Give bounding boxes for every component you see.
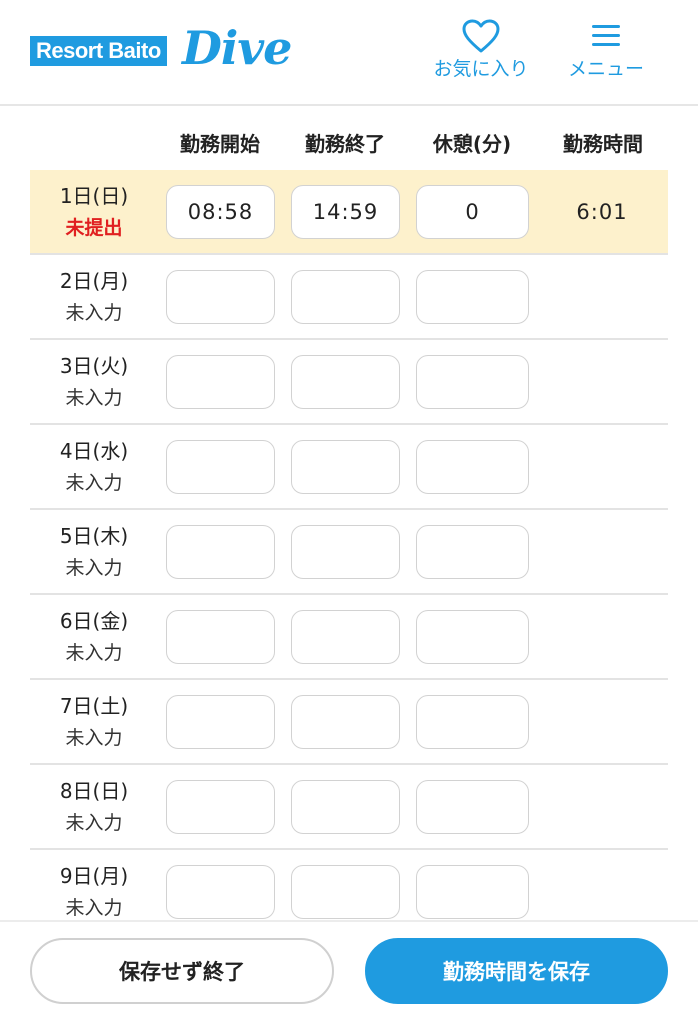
day-status: 未入力 bbox=[65, 302, 123, 324]
column-header-start: 勤務開始 bbox=[180, 132, 260, 156]
attendance-table[interactable]: 1日(日) 未提出 08:58 14:59 0 6:01 2日(月) 未入力 3… bbox=[30, 170, 668, 920]
table-header: 勤務開始 勤務終了 休憩(分) 勤務時間 bbox=[0, 106, 698, 170]
start-time-input[interactable] bbox=[166, 270, 275, 324]
menu-button[interactable]: メニュー bbox=[556, 18, 656, 88]
end-time-input[interactable] bbox=[291, 525, 400, 579]
start-time-input[interactable] bbox=[166, 780, 275, 834]
favorites-button[interactable]: お気に入り bbox=[424, 18, 538, 88]
end-time-input[interactable] bbox=[291, 695, 400, 749]
day-cell: 9日(月) 未入力 bbox=[30, 860, 158, 920]
day-cell: 5日(木) 未入力 bbox=[30, 520, 158, 584]
hamburger-menu-icon bbox=[592, 25, 620, 46]
day-cell: 7日(土) 未入力 bbox=[30, 690, 158, 754]
end-time-input[interactable] bbox=[291, 780, 400, 834]
work-hours-value bbox=[550, 780, 654, 834]
action-footer: 保存せず終了 勤務時間を保存 bbox=[0, 920, 698, 1024]
day-cell: 2日(月) 未入力 bbox=[30, 265, 158, 329]
day-status: 未入力 bbox=[65, 557, 123, 579]
heart-icon bbox=[462, 19, 500, 53]
favorites-label: お気に入り bbox=[433, 58, 529, 80]
day-cell: 6日(金) 未入力 bbox=[30, 605, 158, 669]
end-time-input[interactable] bbox=[291, 355, 400, 409]
day-date: 7日(土) bbox=[59, 694, 129, 718]
logo-script-text: Dive bbox=[182, 21, 292, 75]
table-row: 6日(金) 未入力 bbox=[30, 595, 668, 680]
work-hours-value bbox=[550, 355, 654, 409]
start-time-input[interactable] bbox=[166, 865, 275, 919]
start-time-input[interactable]: 08:58 bbox=[166, 185, 275, 239]
work-hours-value bbox=[550, 270, 654, 324]
day-status: 未提出 bbox=[65, 217, 123, 239]
end-time-input[interactable]: 14:59 bbox=[291, 185, 400, 239]
save-work-hours-button[interactable]: 勤務時間を保存 bbox=[365, 938, 668, 1004]
break-minutes-input[interactable] bbox=[416, 440, 529, 494]
menu-label: メニュー bbox=[567, 58, 644, 80]
day-status: 未入力 bbox=[65, 472, 123, 494]
day-date: 8日(日) bbox=[59, 779, 129, 803]
table-row: 1日(日) 未提出 08:58 14:59 0 6:01 bbox=[30, 170, 668, 255]
start-time-input[interactable] bbox=[166, 525, 275, 579]
column-header-end: 勤務終了 bbox=[305, 132, 385, 156]
day-status: 未入力 bbox=[65, 387, 123, 409]
exit-without-saving-button[interactable]: 保存せず終了 bbox=[30, 938, 334, 1004]
table-row: 2日(月) 未入力 bbox=[30, 255, 668, 340]
day-date: 1日(日) bbox=[59, 184, 129, 208]
day-status: 未入力 bbox=[65, 727, 123, 749]
break-minutes-input[interactable] bbox=[416, 610, 529, 664]
table-row: 4日(水) 未入力 bbox=[30, 425, 668, 510]
break-minutes-input[interactable] bbox=[416, 695, 529, 749]
work-hours-value bbox=[550, 525, 654, 579]
table-row: 5日(木) 未入力 bbox=[30, 510, 668, 595]
day-date: 3日(火) bbox=[59, 354, 129, 378]
logo-text: Resort Baito bbox=[30, 36, 167, 66]
end-time-input[interactable] bbox=[291, 610, 400, 664]
day-cell: 8日(日) 未入力 bbox=[30, 775, 158, 839]
end-time-input[interactable] bbox=[291, 440, 400, 494]
work-hours-value bbox=[550, 610, 654, 664]
day-date: 2日(月) bbox=[59, 269, 129, 293]
break-minutes-input[interactable] bbox=[416, 780, 529, 834]
end-time-input[interactable] bbox=[291, 865, 400, 919]
day-date: 5日(木) bbox=[59, 524, 129, 548]
day-cell: 4日(水) 未入力 bbox=[30, 435, 158, 499]
start-time-input[interactable] bbox=[166, 610, 275, 664]
table-row: 9日(月) 未入力 bbox=[30, 850, 668, 920]
break-minutes-input[interactable] bbox=[416, 270, 529, 324]
break-minutes-input[interactable]: 0 bbox=[416, 185, 529, 239]
start-time-input[interactable] bbox=[166, 355, 275, 409]
work-hours-value bbox=[550, 695, 654, 749]
start-time-input[interactable] bbox=[166, 695, 275, 749]
day-status: 未入力 bbox=[65, 642, 123, 664]
day-date: 4日(水) bbox=[59, 439, 129, 463]
day-cell: 3日(火) 未入力 bbox=[30, 350, 158, 414]
break-minutes-input[interactable] bbox=[416, 355, 529, 409]
day-cell: 1日(日) 未提出 bbox=[30, 180, 158, 244]
day-date: 9日(月) bbox=[59, 864, 129, 888]
table-row: 8日(日) 未入力 bbox=[30, 765, 668, 850]
table-row: 7日(土) 未入力 bbox=[30, 680, 668, 765]
work-hours-value: 6:01 bbox=[576, 200, 628, 224]
break-minutes-input[interactable] bbox=[416, 525, 529, 579]
resort-baito-dive-logo[interactable]: Resort Baito Dive bbox=[30, 21, 310, 80]
day-date: 6日(金) bbox=[59, 609, 129, 633]
column-header-break: 休憩(分) bbox=[432, 132, 512, 156]
app-header: Resort Baito Dive お気に入り メニュー bbox=[0, 0, 698, 106]
column-header-hours: 勤務時間 bbox=[563, 132, 643, 156]
work-hours-value bbox=[550, 865, 654, 919]
day-status: 未入力 bbox=[65, 897, 123, 919]
start-time-input[interactable] bbox=[166, 440, 275, 494]
end-time-input[interactable] bbox=[291, 270, 400, 324]
break-minutes-input[interactable] bbox=[416, 865, 529, 919]
day-status: 未入力 bbox=[65, 812, 123, 834]
work-hours-value bbox=[550, 440, 654, 494]
table-row: 3日(火) 未入力 bbox=[30, 340, 668, 425]
